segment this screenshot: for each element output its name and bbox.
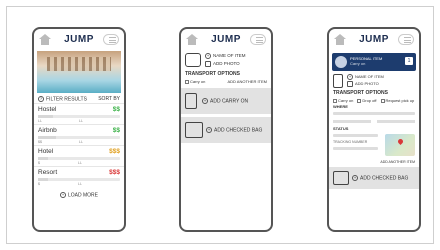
listing-row: Resort $$$ — [38, 169, 120, 176]
load-more-button[interactable]: + LOAD MORE — [34, 192, 124, 199]
listing-row: Airbnb $$ — [38, 127, 120, 134]
listing-item[interactable]: Hostel $$ LL LL — [34, 103, 124, 124]
listing-row: Hostel $$ — [38, 106, 120, 113]
listing-name: Hotel — [38, 148, 54, 156]
hero-image — [37, 51, 121, 93]
where-field[interactable] — [333, 112, 415, 115]
filter-icon: ? — [38, 96, 44, 102]
price-range-labels: LL LL — [38, 119, 120, 123]
transport-options: Carry on Drop off Request pick up — [329, 98, 419, 103]
listing-price: $$$ — [109, 169, 120, 177]
plus-icon: + — [59, 192, 66, 199]
filter-bar: ? FILTER RESULTS SORT BY — [34, 93, 124, 103]
menu-icon[interactable] — [103, 34, 119, 45]
listing-name: Hostel — [38, 106, 57, 114]
listing-item[interactable]: Airbnb $$ $$ LL — [34, 124, 124, 145]
where-field-a[interactable] — [333, 120, 371, 123]
price-range-labels: $$ LL — [38, 140, 120, 144]
map-pin-icon — [396, 137, 405, 146]
price-range-slider[interactable] — [38, 178, 120, 182]
bag-icon — [185, 53, 201, 67]
listing-item[interactable]: Resort $$$ $ LL — [34, 166, 124, 187]
range-min-label: $ — [38, 161, 40, 166]
where-field-b[interactable] — [377, 120, 415, 123]
transport-options-heading: TRANSPORT OPTIONS — [333, 90, 389, 96]
camera-icon — [205, 61, 211, 67]
plus-icon: + — [202, 97, 208, 104]
carry-on-checkbox[interactable]: Carry on — [185, 79, 205, 84]
listing-price: $$$ — [109, 148, 120, 156]
listing-price: $$ — [112, 127, 120, 135]
app-header: JUMP — [329, 29, 419, 51]
where-sub-fields — [329, 117, 419, 123]
listing-name: Resort — [38, 169, 58, 177]
name-of-item-field[interactable]: + NAME OF ITEM — [205, 53, 246, 59]
filter-results-button[interactable]: ? FILTER RESULTS — [38, 96, 87, 102]
listing-item[interactable]: Hotel $$$ $ LL — [34, 145, 124, 166]
item-form: + NAME OF ITEM ADD PHOTO — [329, 73, 419, 89]
range-min-label: $ — [38, 182, 40, 187]
listing-price: $$ — [112, 106, 120, 114]
phone-add-item-screen: JUMP + NAME OF ITEM ADD PHOTO TRANSPORT O… — [179, 27, 273, 232]
menu-icon[interactable] — [398, 34, 414, 45]
range-mid-label: LL — [78, 182, 82, 187]
add-another-item-link[interactable]: ADD ANOTHER ITEM — [329, 160, 419, 164]
plus-icon: + — [206, 126, 212, 133]
phone-listing-screen: JUMP ? FILTER RESULTS SORT BY Hostel $$ LL L… — [32, 27, 126, 232]
luggage-icon — [185, 93, 197, 109]
menu-icon[interactable] — [250, 34, 266, 45]
where-label: WHERE — [333, 104, 348, 109]
canvas-frame: JUMP ? FILTER RESULTS SORT BY Hostel $$ LL L… — [6, 6, 434, 244]
card-subtitle: Carry on — [350, 61, 366, 66]
price-range-slider[interactable] — [38, 115, 120, 119]
listing-name: Airbnb — [38, 127, 57, 135]
add-photo-button[interactable]: ADD PHOTO — [205, 61, 246, 67]
camera-icon — [347, 81, 353, 87]
price-range-labels: $ LL — [38, 161, 120, 165]
listing-row: Hotel $$$ — [38, 148, 120, 155]
range-mid-label: LL — [78, 161, 82, 166]
status-area: TRACKING NUMBER — [329, 134, 419, 160]
request-pickup-checkbox[interactable]: Request pick up — [380, 98, 414, 103]
plus-icon: + — [352, 174, 358, 181]
range-mid-label: LL — [79, 119, 83, 124]
plus-icon: + — [347, 74, 353, 80]
range-min-label: LL — [38, 119, 42, 124]
tracking-number-field[interactable] — [333, 147, 378, 150]
status-field[interactable] — [333, 134, 378, 137]
status-label: STATUS — [333, 126, 349, 131]
map-thumbnail[interactable] — [385, 134, 415, 156]
sort-by-button[interactable]: SORT BY — [98, 96, 120, 102]
item-form: + NAME OF ITEM ADD PHOTO — [181, 51, 271, 69]
price-range-labels: $ LL — [38, 182, 120, 186]
card-count-badge: 1 — [405, 57, 413, 65]
phone-item-detail-screen: JUMP PERSONAL ITEM Carry on 1 + NAME OF I… — [327, 27, 421, 232]
range-mid-label: LL — [79, 140, 83, 145]
plus-icon: + — [205, 53, 211, 59]
range-min-label: $$ — [38, 140, 42, 145]
suitcase-icon — [185, 122, 203, 138]
add-checked-bag-button[interactable]: + ADD CHECKED BAG — [181, 117, 271, 143]
app-header: JUMP — [34, 29, 124, 51]
app-header: JUMP — [181, 29, 271, 51]
add-carry-on-button[interactable]: + ADD CARRY ON — [181, 88, 271, 114]
add-another-item-link[interactable]: ADD ANOTHER ITEM — [227, 79, 267, 84]
carry-on-checkbox[interactable]: Carry on — [333, 98, 353, 103]
item-avatar — [335, 56, 347, 68]
transport-options: Carry on ADD ANOTHER ITEM — [181, 79, 271, 84]
drop-off-checkbox[interactable]: Drop off — [357, 98, 377, 103]
price-range-slider[interactable] — [38, 157, 120, 161]
personal-item-card[interactable]: PERSONAL ITEM Carry on 1 — [332, 53, 416, 71]
name-of-item-field[interactable]: + NAME OF ITEM — [347, 74, 384, 80]
luggage-icon — [333, 74, 343, 88]
add-photo-button[interactable]: ADD PHOTO — [347, 81, 384, 87]
transport-options-heading: TRANSPORT OPTIONS — [185, 71, 241, 77]
add-checked-bag-button[interactable]: + ADD CHECKED BAG — [329, 167, 419, 189]
suitcase-icon — [333, 171, 349, 185]
price-range-slider[interactable] — [38, 136, 120, 140]
